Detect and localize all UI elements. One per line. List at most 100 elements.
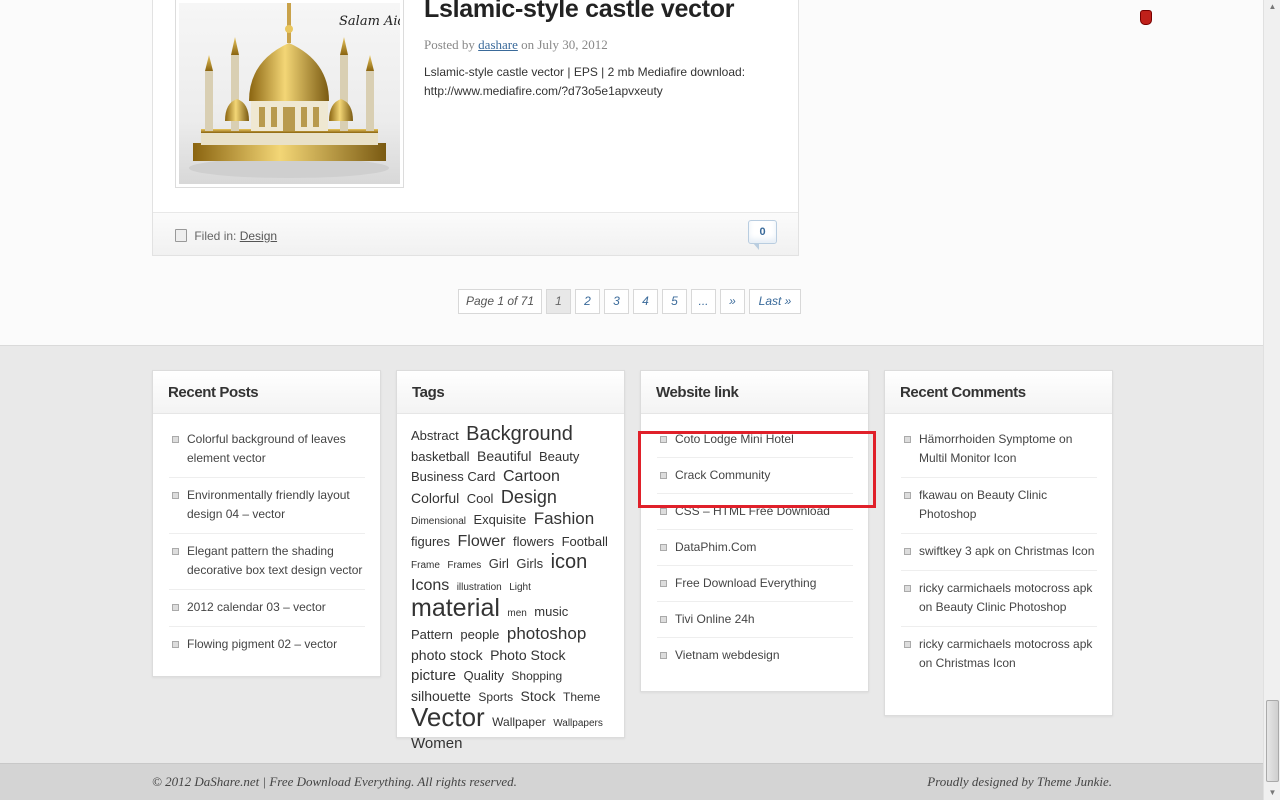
widget-recent-posts: Recent Posts Colorful background of leav… bbox=[152, 370, 381, 677]
vertical-scrollbar[interactable]: ▲ ▼ bbox=[1263, 0, 1280, 800]
recent-comment[interactable]: swiftkey 3 apk on Christmas Icon bbox=[901, 542, 1097, 571]
tag-link[interactable]: Exquisite bbox=[473, 512, 526, 527]
folder-icon bbox=[175, 229, 187, 242]
tag-link[interactable]: Wallpapers bbox=[553, 718, 603, 729]
tag-link[interactable]: Icons bbox=[411, 577, 449, 594]
recent-comment[interactable]: fkawau on Beauty Clinic Photoshop bbox=[901, 486, 1097, 534]
page-link-3[interactable]: 3 bbox=[604, 289, 629, 314]
tag-link[interactable]: Vector bbox=[411, 702, 485, 732]
browser-addon-icon[interactable] bbox=[1140, 10, 1152, 25]
tag-link[interactable]: material bbox=[411, 594, 500, 622]
tag-link[interactable]: Wallpaper bbox=[492, 715, 546, 729]
website-link[interactable]: Tivi Online 24h bbox=[657, 610, 853, 638]
tag-link[interactable]: Photo Stock bbox=[490, 647, 566, 663]
tag-link[interactable]: Quality bbox=[463, 668, 503, 683]
tag-cloud: Abstract Background basketball Beautiful… bbox=[397, 414, 624, 754]
post-meta: Posted by dashare on July 30, 2012 bbox=[424, 37, 608, 53]
website-link[interactable]: Crack Community bbox=[657, 466, 853, 494]
tag-link[interactable]: Stock bbox=[521, 688, 556, 704]
recent-comment[interactable]: Hämorrhoiden Symptome on Multil Monitor … bbox=[901, 430, 1097, 478]
tag-link[interactable]: Frame bbox=[411, 560, 440, 571]
tag-link[interactable]: people bbox=[460, 627, 499, 642]
tag-link[interactable]: photoshop bbox=[507, 624, 586, 643]
author-link[interactable]: dashare bbox=[478, 37, 518, 52]
widget-title: Tags bbox=[397, 371, 624, 414]
post-title[interactable]: Lslamic-style castle vector bbox=[424, 0, 734, 24]
tag-link[interactable]: Shopping bbox=[511, 669, 562, 683]
site-footer-bar: © 2012 DaShare.net | Free Download Every… bbox=[0, 763, 1263, 800]
recent-post-link[interactable]: Colorful background of leaves element ve… bbox=[169, 430, 365, 478]
tag-link[interactable]: Cool bbox=[467, 491, 494, 506]
footer-widgets: Recent Posts Colorful background of leav… bbox=[0, 345, 1263, 763]
recent-post-link[interactable]: Elegant pattern the shading decorative b… bbox=[169, 542, 365, 590]
tag-link[interactable]: Girls bbox=[516, 556, 543, 571]
widget-title: Website link bbox=[641, 371, 868, 414]
tag-link[interactable]: Beauty bbox=[539, 449, 579, 464]
tag-link[interactable]: Girl bbox=[489, 556, 509, 571]
tag-link[interactable]: Fashion bbox=[534, 509, 594, 528]
comment-count-bubble[interactable]: 0 bbox=[748, 220, 777, 250]
tag-link[interactable]: Flower bbox=[457, 533, 505, 550]
scroll-down-arrow-icon[interactable]: ▼ bbox=[1264, 786, 1280, 800]
tag-link[interactable]: Colorful bbox=[411, 490, 459, 506]
tag-link[interactable]: Abstract bbox=[411, 428, 459, 443]
page-link-5[interactable]: 5 bbox=[662, 289, 687, 314]
tag-link[interactable]: Business Card bbox=[411, 469, 496, 484]
tag-link[interactable]: Cartoon bbox=[503, 468, 560, 485]
tag-link[interactable]: Background bbox=[466, 423, 573, 445]
tag-link[interactable]: music bbox=[534, 604, 568, 619]
tag-link[interactable]: illustration bbox=[457, 582, 502, 593]
page-link-2[interactable]: 2 bbox=[575, 289, 600, 314]
recent-post-link[interactable]: Environmentally friendly layout design 0… bbox=[169, 486, 365, 534]
recent-post-link[interactable]: Flowing pigment 02 – vector bbox=[169, 635, 365, 663]
tag-link[interactable]: Beautiful bbox=[477, 448, 531, 464]
scroll-up-arrow-icon[interactable]: ▲ bbox=[1264, 0, 1280, 14]
post-date: on July 30, 2012 bbox=[521, 37, 608, 52]
category-link[interactable]: Design bbox=[240, 229, 277, 243]
widget-title: Recent Comments bbox=[885, 371, 1112, 414]
tag-link[interactable]: Women bbox=[411, 735, 462, 752]
tag-link[interactable]: Light bbox=[509, 582, 531, 593]
tag-link[interactable]: Football bbox=[562, 534, 608, 549]
tag-link[interactable]: Dimensional bbox=[411, 516, 466, 527]
widget-title: Recent Posts bbox=[153, 371, 380, 414]
pagination: Page 1 of 71 1 2 3 4 5 ... » Last » bbox=[458, 289, 801, 314]
posted-by-label: Posted by bbox=[424, 37, 475, 52]
page-link-4[interactable]: 4 bbox=[633, 289, 658, 314]
tag-link[interactable]: basketball bbox=[411, 449, 470, 464]
website-link[interactable]: Coto Lodge Mini Hotel bbox=[657, 430, 853, 458]
tag-link[interactable]: flowers bbox=[513, 534, 554, 549]
website-link[interactable]: DataPhim.Com bbox=[657, 538, 853, 566]
tag-link[interactable]: Design bbox=[501, 487, 557, 507]
page-ellipsis: ... bbox=[691, 289, 716, 314]
widget-website-link: Website link Coto Lodge Mini Hotel Crack… bbox=[640, 370, 869, 692]
tag-link[interactable]: men bbox=[507, 608, 526, 619]
widget-recent-comments: Recent Comments Hämorrhoiden Symptome on… bbox=[884, 370, 1113, 716]
post-card: Salam Aidilfitri Lslamic-style castle ve… bbox=[152, 0, 799, 256]
tag-link[interactable]: Pattern bbox=[411, 627, 453, 642]
widget-tags: Tags Abstract Background basketball Beau… bbox=[396, 370, 625, 752]
post-thumbnail[interactable]: Salam Aidilfitri bbox=[175, 0, 404, 188]
tag-link[interactable]: figures bbox=[411, 534, 450, 549]
website-link[interactable]: Free Download Everything bbox=[657, 574, 853, 602]
website-link[interactable]: CSS – HTML Free Download bbox=[657, 502, 853, 530]
tag-link[interactable]: icon bbox=[551, 551, 588, 573]
filed-in: Filed in: Design bbox=[175, 229, 277, 243]
thumb-caption: Salam Aidilfitri bbox=[339, 14, 400, 29]
tag-link[interactable]: picture bbox=[411, 667, 456, 684]
theme-credit[interactable]: Proudly designed by Theme Junkie. bbox=[927, 774, 1112, 790]
recent-post-link[interactable]: 2012 calendar 03 – vector bbox=[169, 598, 365, 627]
tag-link[interactable]: Theme bbox=[563, 690, 600, 704]
mosque-graphic: Salam Aidilfitri bbox=[189, 3, 400, 178]
tag-link[interactable]: Frames bbox=[447, 560, 481, 571]
next-page-link[interactable]: » bbox=[720, 289, 745, 314]
website-link[interactable]: Vietnam webdesign bbox=[657, 646, 853, 673]
scroll-thumb[interactable] bbox=[1266, 700, 1279, 782]
post-footer: Filed in: Design 0 bbox=[153, 212, 798, 255]
recent-comment[interactable]: ricky carmichaels motocross apk on Chris… bbox=[901, 635, 1097, 682]
page-link-1[interactable]: 1 bbox=[546, 289, 571, 314]
tag-link[interactable]: photo stock bbox=[411, 647, 483, 663]
recent-comment[interactable]: ricky carmichaels motocross apk on Beaut… bbox=[901, 579, 1097, 627]
post-excerpt: Lslamic-style castle vector | EPS | 2 mb… bbox=[424, 65, 746, 98]
last-page-link[interactable]: Last » bbox=[749, 289, 801, 314]
